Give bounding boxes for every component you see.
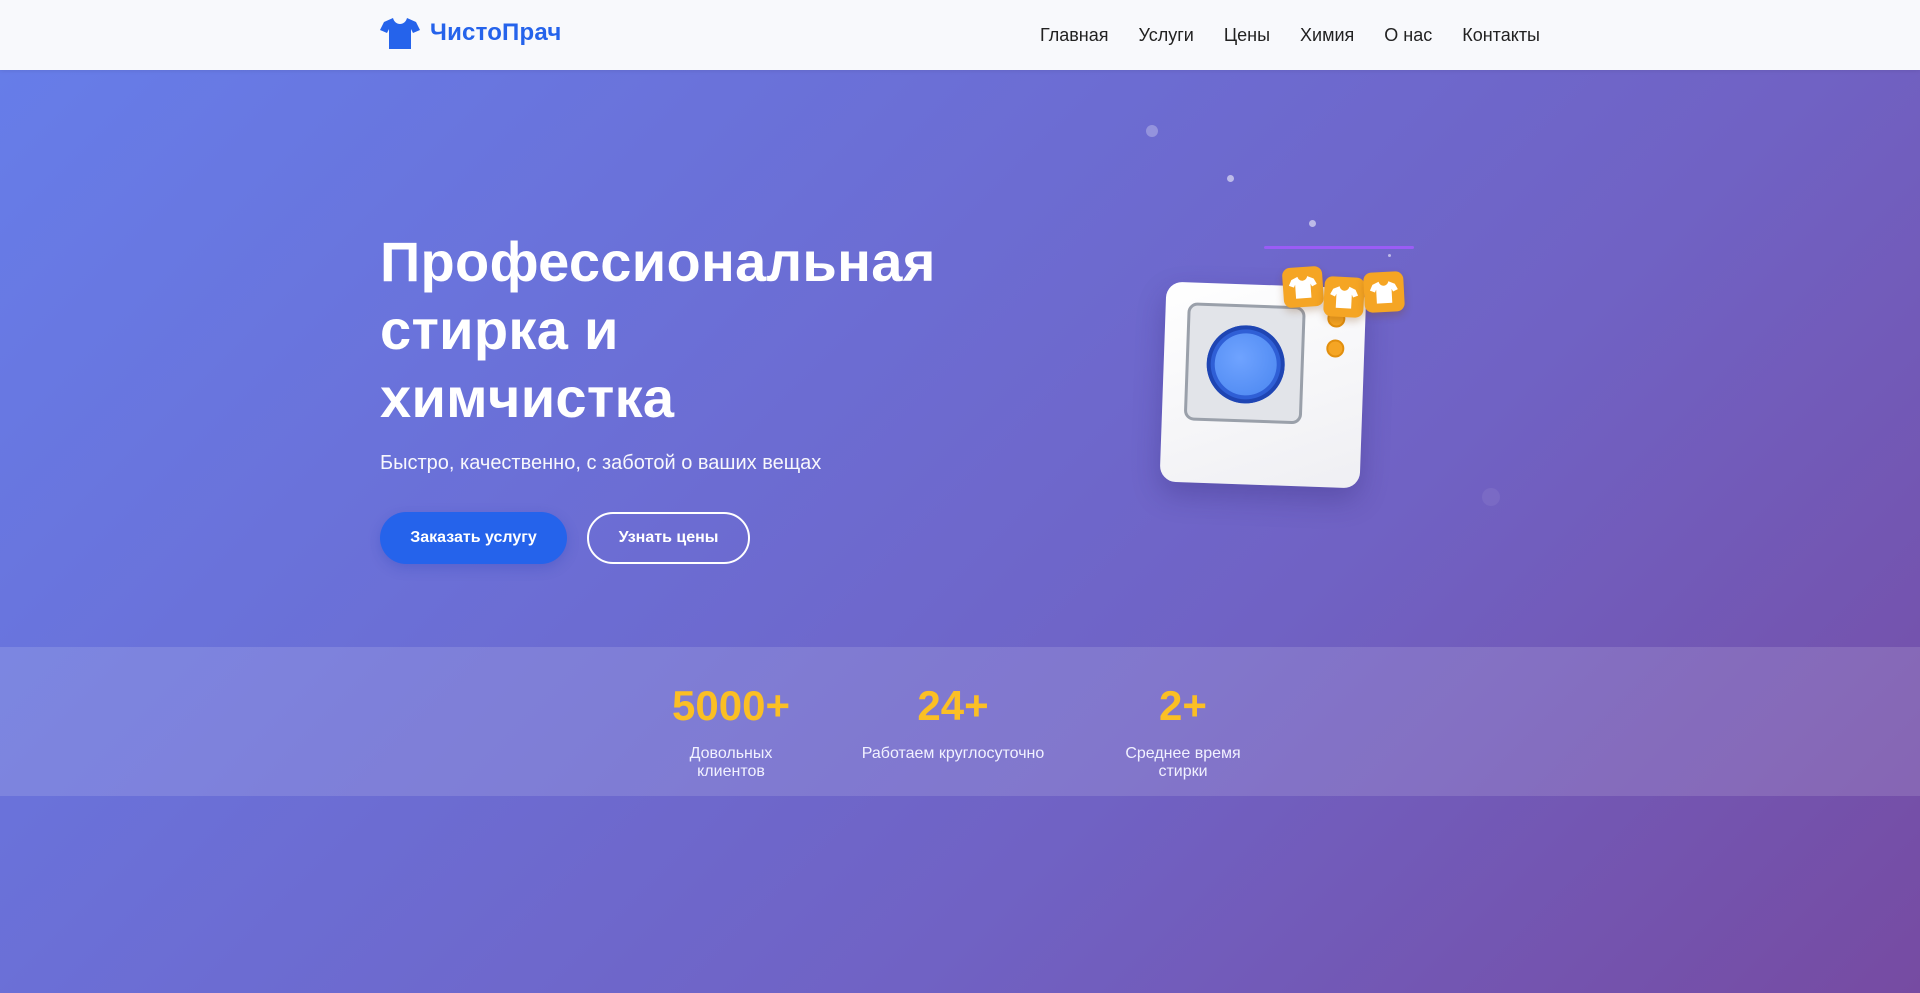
bubble-decoration [1146, 125, 1158, 137]
washer-drum [1205, 324, 1287, 405]
stats-section: 5000+ Довольных клиентов 24+ Работаем кр… [0, 647, 1920, 796]
stat-hours: 24+ Работаем круглосуточно [860, 683, 1046, 763]
stat-value: 24+ [917, 682, 989, 729]
washer-knob [1326, 339, 1345, 358]
order-service-button[interactable]: Заказать услугу [380, 512, 567, 564]
stat-label: Работаем круглосуточно [861, 745, 1045, 762]
logo-link[interactable]: ЧистоПрач [380, 8, 561, 58]
clothesline-decoration [1264, 246, 1414, 249]
nav-item-prices[interactable]: Цены [1224, 25, 1270, 46]
hero-title: Профессиональная стирка и химчистка [380, 228, 1000, 432]
bubble-decoration [1482, 488, 1500, 506]
tshirt-tile [1322, 275, 1366, 319]
hero-title-line-3: химчистка [380, 366, 675, 429]
tshirt-icon [1330, 286, 1359, 309]
logo-text: ЧистоПрач [430, 19, 562, 46]
stat-value: 5000+ [672, 682, 790, 729]
washer-door [1183, 302, 1306, 425]
tshirt-tile [1281, 265, 1325, 309]
hero-title-line-1: Профессиональная [380, 230, 936, 293]
nav-item-about[interactable]: О нас [1384, 25, 1432, 46]
hero-title-line-2: стирка и [380, 298, 619, 361]
stat-clients: 5000+ Довольных клиентов [656, 683, 806, 781]
site-header: ЧистоПрач Главная Услуги Цены Химия О на… [0, 0, 1920, 70]
main-nav: Главная Услуги Цены Химия О нас Контакты [1040, 0, 1540, 70]
washer-drum-glass [1213, 332, 1278, 397]
tshirt-tile [1362, 270, 1406, 314]
nav-item-chemistry[interactable]: Химия [1300, 25, 1354, 46]
tshirt-icon [1369, 281, 1398, 304]
tshirt-icon [1288, 276, 1317, 299]
bubble-decoration [1227, 175, 1234, 182]
nav-item-home[interactable]: Главная [1040, 25, 1109, 46]
nav-item-services[interactable]: Услуги [1138, 25, 1193, 46]
stat-value: 2+ [1159, 682, 1207, 729]
bubble-decoration [1309, 220, 1316, 227]
view-prices-button[interactable]: Узнать цены [587, 512, 750, 564]
stat-label: Среднее время стирки [1125, 745, 1241, 780]
nav-item-contacts[interactable]: Контакты [1462, 25, 1540, 46]
bubble-decoration [1388, 254, 1391, 257]
stat-wash-time: 2+ Среднее время стирки [1100, 683, 1266, 781]
hero-subtitle: Быстро, качественно, с заботой о ваших в… [380, 452, 822, 474]
stat-label: Довольных клиентов [689, 745, 773, 780]
tshirt-icon [380, 18, 420, 49]
